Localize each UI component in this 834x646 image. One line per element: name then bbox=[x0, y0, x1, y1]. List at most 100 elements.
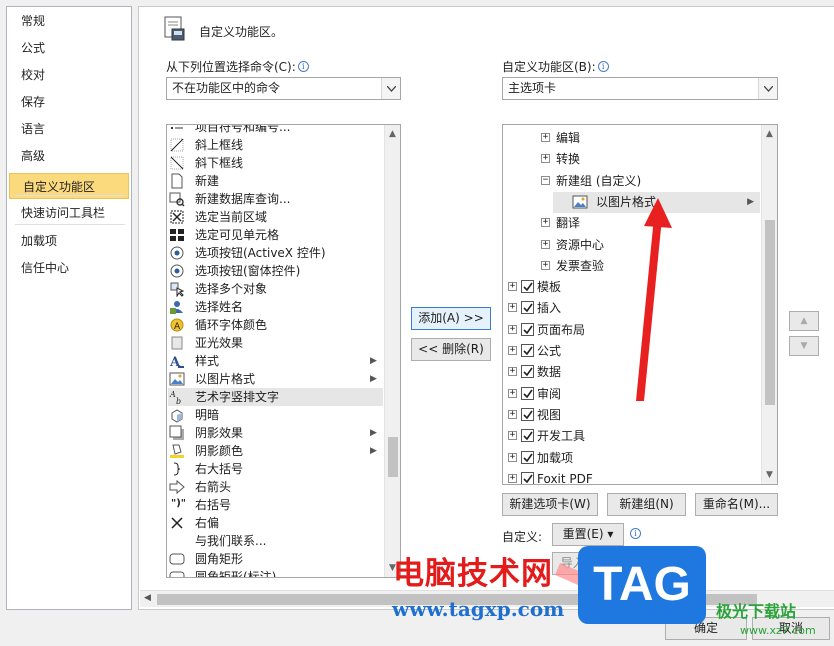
chevron-down-icon[interactable] bbox=[758, 78, 777, 99]
command-item[interactable]: 选定可见单元格 bbox=[168, 226, 383, 244]
nav-item[interactable]: 加载项 bbox=[8, 228, 130, 254]
nav-item[interactable]: 语言 bbox=[8, 116, 130, 142]
ribbon-tree-item[interactable]: + 视图 bbox=[504, 405, 760, 426]
tab-checkbox[interactable] bbox=[521, 386, 534, 400]
command-item[interactable]: 阴影颜色 ▶ bbox=[168, 442, 383, 460]
command-item[interactable]: 选定当前区域 bbox=[168, 208, 383, 226]
expand-icon[interactable]: + bbox=[508, 303, 517, 313]
shadow-effects-icon bbox=[169, 425, 185, 441]
ribbon-tree-item[interactable]: − 新建组 (自定义) bbox=[504, 171, 760, 192]
tab-checkbox[interactable] bbox=[521, 344, 534, 357]
expand-icon[interactable]: + bbox=[541, 260, 550, 270]
nav-item[interactable]: 校对 bbox=[8, 62, 130, 88]
command-item[interactable]: 项目符号和编号... bbox=[168, 125, 383, 136]
command-item[interactable]: 明暗 bbox=[168, 406, 383, 424]
expand-icon[interactable]: + bbox=[508, 409, 517, 419]
command-item[interactable]: 选择多个对象 bbox=[168, 280, 383, 298]
scroll-left-icon[interactable]: ◀ bbox=[144, 593, 151, 603]
expand-icon[interactable]: + bbox=[541, 154, 550, 164]
command-item[interactable]: 亚光效果 bbox=[168, 334, 383, 352]
expand-icon[interactable]: + bbox=[541, 133, 550, 142]
command-item[interactable]: 新建数据库查询... bbox=[168, 190, 383, 208]
tab-checkbox[interactable] bbox=[521, 450, 534, 464]
tab-checkbox[interactable] bbox=[521, 407, 534, 421]
chevron-down-icon[interactable] bbox=[381, 78, 400, 99]
collapse-icon[interactable]: − bbox=[541, 175, 550, 185]
new-tab-button[interactable]: 新建选项卡(W) bbox=[502, 493, 598, 516]
nav-item[interactable]: 快速访问工具栏 bbox=[8, 200, 130, 226]
new-group-button[interactable]: 新建组(N) bbox=[607, 493, 686, 516]
ribbon-tree-scrollbar[interactable]: ▲ ▼ bbox=[761, 125, 777, 484]
choose-commands-combo[interactable]: 不在功能区中的命令 bbox=[166, 77, 401, 100]
remove-button[interactable]: << 删除(R) bbox=[411, 338, 491, 361]
move-down-button[interactable]: ▼ bbox=[789, 336, 819, 356]
tab-checkbox[interactable] bbox=[521, 322, 534, 336]
nav-item[interactable]: 常规 bbox=[8, 8, 130, 34]
add-button[interactable]: 添加(A) >> bbox=[411, 307, 491, 330]
tab-checkbox[interactable] bbox=[521, 301, 534, 315]
options-nav: 常规 公式 校对 保存 语言 高级 自定义功能区 快速访问工具栏 加载项 信任中心 bbox=[6, 6, 132, 610]
expand-icon[interactable]: + bbox=[508, 346, 517, 355]
command-item[interactable]: A 循环字体颜色 bbox=[168, 316, 383, 334]
nav-item[interactable]: 信任中心 bbox=[8, 255, 130, 281]
command-item[interactable]: 与我们联系... bbox=[168, 532, 383, 550]
nav-item[interactable]: 高级 bbox=[8, 143, 130, 169]
command-label: 样式 bbox=[195, 354, 220, 368]
command-item[interactable]: 斜下框线 bbox=[168, 154, 383, 172]
ribbon-tree-item[interactable]: + 转换 bbox=[504, 149, 760, 170]
nav-item[interactable]: 保存 bbox=[8, 89, 130, 115]
command-item[interactable]: A 样式 ▶ bbox=[168, 352, 383, 370]
command-item[interactable]: 阴影效果 ▶ bbox=[168, 424, 383, 442]
scroll-thumb[interactable] bbox=[388, 437, 398, 477]
expand-icon[interactable]: + bbox=[508, 473, 517, 483]
expand-icon[interactable]: + bbox=[508, 388, 517, 398]
rename-button[interactable]: 重命名(M)... bbox=[695, 493, 778, 516]
option-button-form-icon bbox=[169, 263, 185, 279]
reset-button[interactable]: 重置(E) ▾ bbox=[552, 523, 624, 546]
ribbon-tree-item[interactable]: + Foxit PDF bbox=[504, 469, 760, 484]
commands-list[interactable]: 圆角矩形(标注) 圆角矩形 与我们联系... 右偏 ")" 右括号 右箭头 右大括号 阴影颜色 ▶… bbox=[166, 124, 401, 578]
ribbon-tree-item[interactable]: + 加载项 bbox=[504, 448, 760, 469]
command-item[interactable]: 圆角矩形 bbox=[168, 550, 383, 568]
customize-ribbon-combo[interactable]: 主选项卡 bbox=[502, 77, 778, 100]
scroll-up-icon[interactable]: ▲ bbox=[389, 129, 396, 139]
expand-icon[interactable]: + bbox=[508, 324, 517, 334]
scroll-up-icon[interactable]: ▲ bbox=[766, 129, 773, 139]
expand-icon[interactable]: + bbox=[508, 367, 517, 377]
command-item[interactable]: Ab 艺术字竖排文字 bbox=[168, 388, 383, 406]
command-label: 右大括号 bbox=[195, 462, 244, 476]
diagonal-up-border-icon bbox=[169, 137, 185, 153]
expand-icon[interactable]: + bbox=[541, 239, 550, 249]
expand-icon[interactable]: + bbox=[508, 282, 517, 292]
tab-checkbox[interactable] bbox=[521, 280, 534, 294]
move-up-button[interactable]: ▲ bbox=[789, 311, 819, 331]
ribbon-tree-label: 公式 bbox=[537, 344, 562, 358]
commands-list-scrollbar[interactable]: ▲ ▼ bbox=[384, 125, 400, 577]
command-item[interactable]: 斜上框线 bbox=[168, 136, 383, 154]
tab-checkbox[interactable] bbox=[521, 365, 534, 379]
command-item[interactable]: 选择姓名 bbox=[168, 298, 383, 316]
tab-checkbox[interactable] bbox=[521, 471, 534, 484]
customize-ribbon-header-icon bbox=[164, 16, 186, 42]
picture-format-icon bbox=[169, 371, 185, 387]
command-item[interactable]: 选项按钮(窗体控件) bbox=[168, 262, 383, 280]
command-item[interactable]: 右箭头 bbox=[168, 478, 383, 496]
command-item[interactable]: 以图片格式 ▶ bbox=[168, 370, 383, 388]
command-item[interactable]: 右大括号 bbox=[168, 460, 383, 478]
expand-icon[interactable]: + bbox=[508, 452, 517, 462]
command-item[interactable]: ")" 右括号 bbox=[168, 496, 383, 514]
select-name-icon bbox=[169, 299, 185, 315]
expand-icon[interactable]: + bbox=[508, 431, 517, 441]
command-item[interactable]: 选项按钮(ActiveX 控件) bbox=[168, 244, 383, 262]
command-item[interactable]: 圆角矩形(标注) bbox=[168, 568, 383, 577]
nav-item[interactable]: 公式 bbox=[8, 35, 130, 61]
ribbon-tree-item[interactable]: + 开发工具 bbox=[504, 426, 760, 447]
command-item[interactable]: 右偏 bbox=[168, 514, 383, 532]
command-label: 艺术字竖排文字 bbox=[195, 390, 280, 404]
ribbon-tree-item[interactable]: + 编辑 bbox=[504, 128, 760, 149]
tab-checkbox[interactable] bbox=[521, 429, 534, 443]
expand-icon[interactable]: + bbox=[541, 218, 550, 228]
scroll-thumb[interactable] bbox=[765, 220, 775, 405]
scroll-down-icon[interactable]: ▼ bbox=[766, 470, 773, 480]
command-item[interactable]: 新建 bbox=[168, 172, 383, 190]
